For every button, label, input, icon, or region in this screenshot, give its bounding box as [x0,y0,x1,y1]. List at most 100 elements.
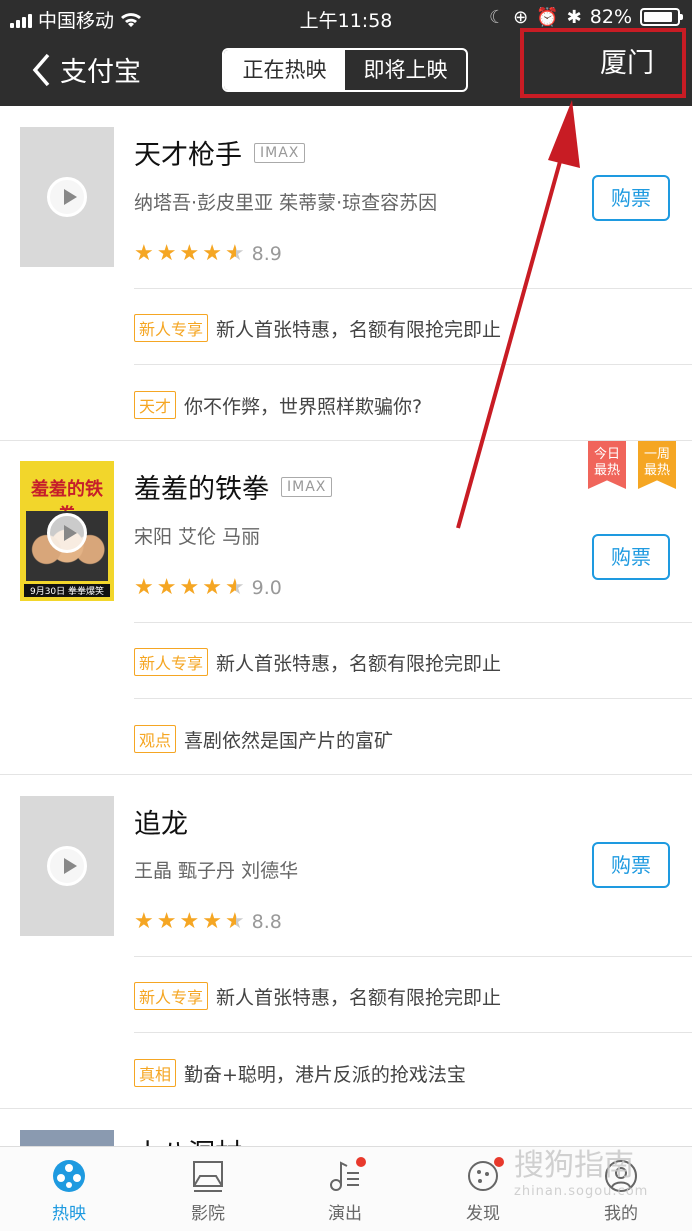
tab-coming-soon[interactable]: 即将上映 [345,50,466,90]
divider [134,364,692,365]
imax-badge: IMAX [254,142,306,163]
movie-poster[interactable] [20,1130,114,1146]
moon-icon: ☾ [489,6,506,28]
promo-tag: 新人专享 [134,314,209,342]
imax-badge: IMAX [281,476,333,497]
battery-icon [640,8,683,26]
star-icon: ★ [134,241,154,266]
chevron-left-icon [32,53,50,86]
star-icon: ★ [156,575,177,600]
movie-title-row: 追龙 [134,802,188,841]
notification-dot [494,1157,504,1167]
movie-title-row: 天才枪手 IMAX [134,133,306,172]
divider [134,288,692,289]
promo-row[interactable]: 新人专享 新人首张特惠，名额有限抢完即止 [134,982,501,1010]
divider [134,1032,692,1033]
play-icon[interactable] [47,177,87,217]
half-star-icon: ★ [224,909,245,934]
music-note-icon [328,1157,366,1193]
play-icon[interactable] [47,513,87,553]
buy-ticket-button[interactable]: 购票 [592,534,670,580]
promo-tag: 真相 [134,1059,177,1087]
promo-row[interactable]: 天才 你不作弊，世界照样欺骗你? [134,391,422,419]
rating-row: ★ ★ ★ ★ ★ 8.9 [134,241,282,266]
tab-discover[interactable]: 发现 [443,1155,523,1224]
cinema-icon [191,1159,225,1193]
divider [134,622,692,623]
star-icon: ★ [179,575,200,600]
movie-title[interactable]: 追龙 [134,802,188,841]
star-icon: ★ [156,909,177,934]
today-hot-badge: 今日最热 [588,441,626,489]
star-icon: ★ [156,241,177,266]
city-selector[interactable]: 厦门 [520,28,686,98]
promo-text: 新人首张特惠，名额有限抢完即止 [216,652,502,675]
watermark: 搜狗指南 zhinan.sogou.com [514,1140,648,1199]
alarm-icon: ⏰ [536,6,559,28]
rating-row: ★ ★ ★ ★ ★ 9.0 [134,575,282,600]
promo-text: 喜剧依然是国产片的富矿 [184,729,394,752]
divider [134,698,692,699]
star-icon: ★ [202,241,222,266]
star-icon: ★ [134,909,154,934]
promo-tag: 新人专享 [134,982,209,1010]
segment-control: 正在热映 即将上映 [222,48,468,92]
promo-text: 新人首张特惠，名额有限抢完即止 [216,318,502,341]
discover-icon [466,1157,504,1193]
watermark-text: 搜狗指南 [514,1148,634,1183]
rating-row: ★ ★ ★ ★ ★ 8.8 [134,909,282,934]
tab-hot[interactable]: 热映 [29,1155,109,1224]
orientation-lock-icon: ⊕ [513,6,529,28]
divider [134,956,692,957]
promo-row[interactable]: 真相 勤奋+聪明，港片反派的抢戏法宝 [134,1059,466,1087]
watermark-url: zhinan.sogou.com [514,1184,649,1199]
tab-shows[interactable]: 演出 [305,1155,385,1224]
divider [0,1108,692,1109]
film-reel-icon [52,1159,86,1193]
promo-row[interactable]: 新人专享 新人首张特惠，名额有限抢完即止 [134,314,501,342]
play-icon[interactable] [47,846,87,886]
week-hot-badge: 一周最热 [638,441,676,489]
movie-poster[interactable] [20,796,114,936]
buy-ticket-button[interactable]: 购票 [592,175,670,221]
star-icon: ★ [202,909,222,934]
promo-row[interactable]: 新人专享 新人首张特惠，名额有限抢完即止 [134,648,501,676]
buy-ticket-button[interactable]: 购票 [592,842,670,888]
star-icon: ★ [179,241,200,266]
half-star-icon: ★ [224,241,245,266]
tab-now-showing[interactable]: 正在热映 [224,50,345,90]
back-label: 支付宝 [60,57,141,88]
poster-date: 9月30日 拳拳爆笑 [24,584,110,597]
promo-text: 你不作弊，世界照样欺骗你? [184,395,423,418]
movie-score: 8.9 [251,243,282,265]
movie-score: 8.8 [251,911,282,933]
movie-poster[interactable]: 羞羞的铁拳 9月30日 拳拳爆笑 [20,461,114,601]
promo-tag: 天才 [134,391,177,419]
nav-bar: 支付宝 正在热映 即将上映 厦门 [0,28,692,106]
tab-label: 我的 [604,1204,638,1224]
movie-title-row: 羞羞的铁拳 IMAX [134,467,333,506]
hot-badges: 今日最热 一周最热 [588,441,676,489]
divider [0,774,692,775]
back-button[interactable]: 支付宝 [30,50,141,89]
notification-dot [356,1157,366,1167]
star-icon: ★ [134,575,154,600]
tab-cinema[interactable]: 影院 [168,1155,248,1224]
movie-title[interactable]: 天才枪手 [134,133,242,172]
tab-label: 发现 [466,1204,500,1224]
movie-title-row: 小八洞村 [134,1132,242,1146]
movie-cast: 纳塔吾·彭皮里亚 茱蒂蒙·琼查容苏因 [134,192,438,214]
half-star-icon: ★ [224,575,245,600]
movie-score: 9.0 [251,577,282,599]
promo-text: 勤奋+聪明，港片反派的抢戏法宝 [184,1063,466,1086]
promo-tag: 观点 [134,725,177,753]
tab-label: 演出 [328,1204,362,1224]
promo-text: 新人首张特惠，名额有限抢完即止 [216,986,502,1009]
movie-poster[interactable] [20,127,114,267]
movie-cast: 王晶 甄子丹 刘德华 [134,860,299,882]
promo-row[interactable]: 观点 喜剧依然是国产片的富矿 [134,725,393,753]
movie-title[interactable]: 小八洞村 [134,1132,242,1146]
battery-percent: 82% [589,6,632,28]
movie-title[interactable]: 羞羞的铁拳 [134,467,269,506]
tab-label: 影院 [191,1204,225,1224]
